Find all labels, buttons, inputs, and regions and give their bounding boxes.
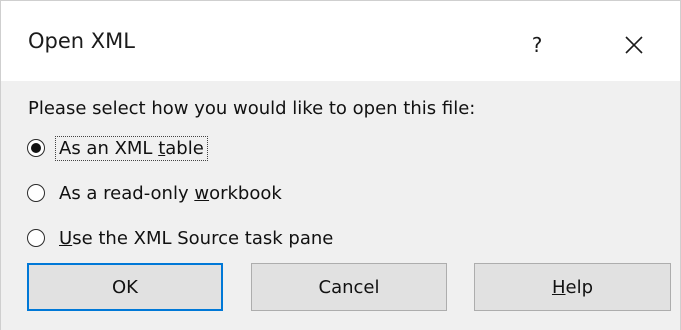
radio-read-only-workbook[interactable] — [27, 184, 45, 202]
option-xml-table-text-a: As an XML — [59, 137, 159, 159]
title-bar: Open XML ? — [1, 1, 680, 81]
option-xml-source-pane-label: Use the XML Source task pane — [56, 227, 336, 250]
option-xml-table[interactable]: As an XML table — [27, 134, 208, 162]
close-x-glyph — [625, 36, 643, 54]
option-read-only-workbook[interactable]: As a read-only workbook — [27, 179, 285, 207]
option-xml-source-pane[interactable]: Use the XML Source task pane — [27, 224, 336, 252]
option-xml-table-text-b: able — [165, 137, 204, 159]
option-xml-source-text-b: se the XML Source task pane — [72, 227, 334, 249]
ok-button[interactable]: OK — [27, 263, 223, 311]
help-button-text: elp — [565, 276, 594, 298]
radio-xml-source-pane[interactable] — [27, 229, 45, 247]
close-icon[interactable] — [612, 25, 656, 65]
option-read-only-text-b: orkbook — [209, 182, 282, 204]
option-read-only-text-a: As a read-only — [59, 182, 195, 204]
option-read-only-workbook-label: As a read-only workbook — [56, 182, 285, 205]
dialog-title: Open XML — [28, 29, 135, 53]
prompt-text: Please select how you would like to open… — [28, 98, 476, 119]
help-button[interactable]: Help — [474, 263, 671, 311]
help-icon[interactable]: ? — [515, 25, 559, 65]
radio-xml-table[interactable] — [27, 139, 45, 157]
help-button-mnemonic: H — [551, 276, 566, 298]
option-xml-source-mnemonic: U — [59, 227, 73, 249]
open-xml-dialog: Open XML ? Please select how you would l… — [0, 0, 681, 330]
cancel-button[interactable]: Cancel — [251, 263, 447, 311]
option-read-only-mnemonic: w — [194, 182, 210, 204]
option-xml-table-label: As an XML table — [55, 135, 208, 161]
